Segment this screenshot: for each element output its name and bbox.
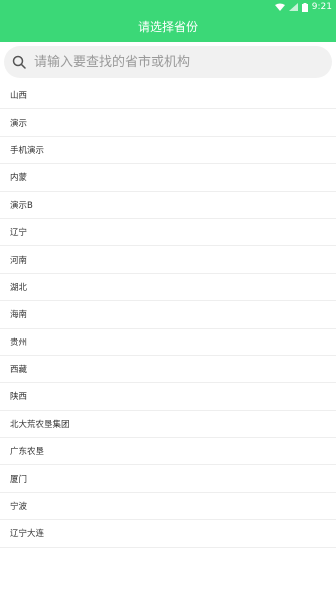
province-list: 山西 演示 手机演示 内蒙 演示B 辽宁 河南 湖北 海南 贵州 西藏 陕西 北…	[0, 82, 336, 548]
list-item[interactable]: 辽宁大连	[0, 520, 336, 548]
app-bar: 9:21 请选择省份	[0, 0, 336, 42]
search-bar[interactable]	[4, 46, 332, 78]
list-item[interactable]: 贵州	[0, 329, 336, 356]
list-item[interactable]: 辽宁	[0, 219, 336, 247]
signal-icon	[288, 3, 298, 11]
list-item[interactable]: 演示B	[0, 192, 336, 219]
list-item[interactable]: 河南	[0, 246, 336, 274]
status-bar: 9:21	[274, 0, 332, 14]
wifi-icon	[274, 3, 285, 11]
list-item[interactable]: 北大荒农垦集团	[0, 411, 336, 439]
search-input[interactable]	[32, 47, 326, 77]
list-item[interactable]: 内蒙	[0, 164, 336, 192]
list-item[interactable]: 湖北	[0, 274, 336, 302]
list-item[interactable]: 演示	[0, 109, 336, 137]
search-icon	[12, 55, 26, 69]
page-title: 请选择省份	[137, 20, 198, 34]
list-item[interactable]: 山西	[0, 82, 336, 110]
list-item[interactable]: 陕西	[0, 383, 336, 411]
list-item[interactable]: 宁波	[0, 493, 336, 521]
list-item[interactable]: 手机演示	[0, 137, 336, 165]
status-time: 9:21	[311, 2, 332, 12]
list-item[interactable]: 海南	[0, 301, 336, 329]
list-item[interactable]: 广东农垦	[0, 438, 336, 466]
list-item[interactable]: 西藏	[0, 356, 336, 384]
list-item[interactable]: 厦门	[0, 465, 336, 493]
battery-icon	[301, 2, 308, 12]
